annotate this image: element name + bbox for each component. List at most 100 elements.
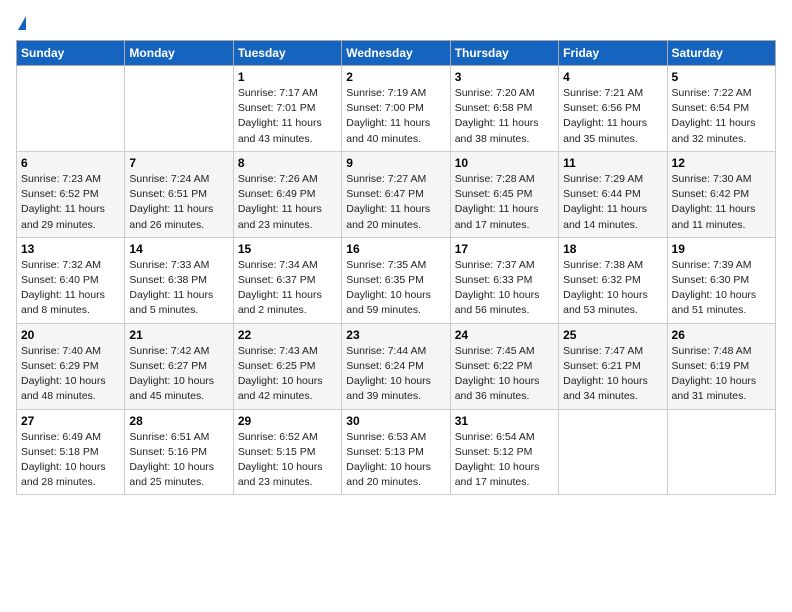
day-number: 23 (346, 328, 445, 342)
calendar-cell: 23 Sunrise: 7:44 AM Sunset: 6:24 PM Dayli… (342, 323, 450, 409)
day-info: Sunrise: 7:26 AM Sunset: 6:49 PM Dayligh… (238, 172, 337, 233)
day-number: 18 (563, 242, 662, 256)
calendar-cell: 13Sunrise: 7:32 AM Sunset: 6:40 PM Dayli… (17, 237, 125, 323)
day-info: Sunrise: 7:30 AM Sunset: 6:42 PM Dayligh… (672, 172, 771, 233)
day-number: 30 (346, 414, 445, 428)
day-info: Sunrise: 7:45 AM Sunset: 6:22 PM Dayligh… (455, 344, 554, 405)
calendar-cell: 31Sunrise: 6:54 AM Sunset: 5:12 PM Dayli… (450, 409, 558, 495)
calendar-cell (125, 66, 233, 152)
calendar-week-row: 1 Sunrise: 7:17 AM Sunset: 7:01 PM Daylig… (17, 66, 776, 152)
day-info: Sunrise: 7:42 AM Sunset: 6:27 PM Dayligh… (129, 344, 228, 405)
calendar-cell: 16 Sunrise: 7:35 AM Sunset: 6:35 PM Dayli… (342, 237, 450, 323)
calendar-cell (667, 409, 775, 495)
calendar-cell: 30 Sunrise: 6:53 AM Sunset: 5:13 PM Dayli… (342, 409, 450, 495)
day-number: 31 (455, 414, 554, 428)
day-number: 20 (21, 328, 120, 342)
day-of-week-header: Friday (559, 41, 667, 66)
calendar-cell: 15 Sunrise: 7:34 AM Sunset: 6:37 PM Dayli… (233, 237, 341, 323)
day-info: Sunrise: 7:28 AM Sunset: 6:45 PM Dayligh… (455, 172, 554, 233)
day-number: 16 (346, 242, 445, 256)
day-info: Sunrise: 7:17 AM Sunset: 7:01 PM Dayligh… (238, 86, 337, 147)
day-info: Sunrise: 7:44 AM Sunset: 6:24 PM Dayligh… (346, 344, 445, 405)
day-info: Sunrise: 7:21 AM Sunset: 6:56 PM Dayligh… (563, 86, 662, 147)
day-number: 17 (455, 242, 554, 256)
day-number: 15 (238, 242, 337, 256)
day-info: Sunrise: 7:35 AM Sunset: 6:35 PM Dayligh… (346, 258, 445, 319)
day-info: Sunrise: 7:37 AM Sunset: 6:33 PM Dayligh… (455, 258, 554, 319)
day-info: Sunrise: 7:19 AM Sunset: 7:00 PM Dayligh… (346, 86, 445, 147)
calendar-cell: 8 Sunrise: 7:26 AM Sunset: 6:49 PM Daylig… (233, 151, 341, 237)
calendar-cell: 12Sunrise: 7:30 AM Sunset: 6:42 PM Dayli… (667, 151, 775, 237)
day-of-week-header: Tuesday (233, 41, 341, 66)
calendar-cell: 26 Sunrise: 7:48 AM Sunset: 6:19 PM Dayli… (667, 323, 775, 409)
logo (16, 16, 26, 30)
day-number: 11 (563, 156, 662, 170)
calendar-week-row: 13Sunrise: 7:32 AM Sunset: 6:40 PM Dayli… (17, 237, 776, 323)
day-number: 9 (346, 156, 445, 170)
day-number: 13 (21, 242, 120, 256)
day-info: Sunrise: 7:40 AM Sunset: 6:29 PM Dayligh… (21, 344, 120, 405)
page-header (16, 16, 776, 30)
day-number: 24 (455, 328, 554, 342)
day-info: Sunrise: 7:33 AM Sunset: 6:38 PM Dayligh… (129, 258, 228, 319)
day-info: Sunrise: 7:39 AM Sunset: 6:30 PM Dayligh… (672, 258, 771, 319)
calendar-cell: 11 Sunrise: 7:29 AM Sunset: 6:44 PM Dayli… (559, 151, 667, 237)
day-info: Sunrise: 7:22 AM Sunset: 6:54 PM Dayligh… (672, 86, 771, 147)
day-number: 27 (21, 414, 120, 428)
day-info: Sunrise: 7:24 AM Sunset: 6:51 PM Dayligh… (129, 172, 228, 233)
day-info: Sunrise: 7:20 AM Sunset: 6:58 PM Dayligh… (455, 86, 554, 147)
day-number: 14 (129, 242, 228, 256)
calendar-cell: 3 Sunrise: 7:20 AM Sunset: 6:58 PM Daylig… (450, 66, 558, 152)
calendar-cell: 22Sunrise: 7:43 AM Sunset: 6:25 PM Dayli… (233, 323, 341, 409)
calendar-cell: 17 Sunrise: 7:37 AM Sunset: 6:33 PM Dayli… (450, 237, 558, 323)
day-info: Sunrise: 7:23 AM Sunset: 6:52 PM Dayligh… (21, 172, 120, 233)
day-info: Sunrise: 7:48 AM Sunset: 6:19 PM Dayligh… (672, 344, 771, 405)
day-number: 8 (238, 156, 337, 170)
day-number: 10 (455, 156, 554, 170)
day-of-week-header: Sunday (17, 41, 125, 66)
day-of-week-header: Monday (125, 41, 233, 66)
day-of-week-header: Wednesday (342, 41, 450, 66)
day-info: Sunrise: 6:51 AM Sunset: 5:16 PM Dayligh… (129, 430, 228, 491)
day-info: Sunrise: 7:34 AM Sunset: 6:37 PM Dayligh… (238, 258, 337, 319)
day-number: 21 (129, 328, 228, 342)
day-number: 19 (672, 242, 771, 256)
day-of-week-header: Saturday (667, 41, 775, 66)
calendar-cell: 18 Sunrise: 7:38 AM Sunset: 6:32 PM Dayli… (559, 237, 667, 323)
day-info: Sunrise: 7:29 AM Sunset: 6:44 PM Dayligh… (563, 172, 662, 233)
calendar-table: SundayMondayTuesdayWednesdayThursdayFrid… (16, 40, 776, 495)
calendar-header-row: SundayMondayTuesdayWednesdayThursdayFrid… (17, 41, 776, 66)
calendar-cell: 25Sunrise: 7:47 AM Sunset: 6:21 PM Dayli… (559, 323, 667, 409)
day-info: Sunrise: 6:53 AM Sunset: 5:13 PM Dayligh… (346, 430, 445, 491)
day-number: 26 (672, 328, 771, 342)
calendar-cell: 5 Sunrise: 7:22 AM Sunset: 6:54 PM Daylig… (667, 66, 775, 152)
logo-triangle-icon (18, 16, 26, 30)
day-number: 7 (129, 156, 228, 170)
day-number: 1 (238, 70, 337, 84)
calendar-cell: 7 Sunrise: 7:24 AM Sunset: 6:51 PM Daylig… (125, 151, 233, 237)
calendar-cell: 14 Sunrise: 7:33 AM Sunset: 6:38 PM Dayli… (125, 237, 233, 323)
day-number: 22 (238, 328, 337, 342)
day-info: Sunrise: 7:38 AM Sunset: 6:32 PM Dayligh… (563, 258, 662, 319)
calendar-cell (17, 66, 125, 152)
calendar-cell: 1 Sunrise: 7:17 AM Sunset: 7:01 PM Daylig… (233, 66, 341, 152)
day-number: 3 (455, 70, 554, 84)
calendar-week-row: 6 Sunrise: 7:23 AM Sunset: 6:52 PM Daylig… (17, 151, 776, 237)
calendar-cell: 9Sunrise: 7:27 AM Sunset: 6:47 PM Daylig… (342, 151, 450, 237)
day-number: 2 (346, 70, 445, 84)
calendar-cell: 4 Sunrise: 7:21 AM Sunset: 6:56 PM Daylig… (559, 66, 667, 152)
day-number: 4 (563, 70, 662, 84)
calendar-week-row: 20 Sunrise: 7:40 AM Sunset: 6:29 PM Dayli… (17, 323, 776, 409)
calendar-cell: 6 Sunrise: 7:23 AM Sunset: 6:52 PM Daylig… (17, 151, 125, 237)
calendar-cell: 29Sunrise: 6:52 AM Sunset: 5:15 PM Dayli… (233, 409, 341, 495)
calendar-week-row: 27 Sunrise: 6:49 AM Sunset: 5:18 PM Dayli… (17, 409, 776, 495)
day-info: Sunrise: 6:52 AM Sunset: 5:15 PM Dayligh… (238, 430, 337, 491)
day-of-week-header: Thursday (450, 41, 558, 66)
day-number: 5 (672, 70, 771, 84)
calendar-cell: 10 Sunrise: 7:28 AM Sunset: 6:45 PM Dayli… (450, 151, 558, 237)
day-info: Sunrise: 7:47 AM Sunset: 6:21 PM Dayligh… (563, 344, 662, 405)
calendar-cell: 2 Sunrise: 7:19 AM Sunset: 7:00 PM Daylig… (342, 66, 450, 152)
day-info: Sunrise: 6:49 AM Sunset: 5:18 PM Dayligh… (21, 430, 120, 491)
calendar-cell: 20 Sunrise: 7:40 AM Sunset: 6:29 PM Dayli… (17, 323, 125, 409)
day-number: 6 (21, 156, 120, 170)
